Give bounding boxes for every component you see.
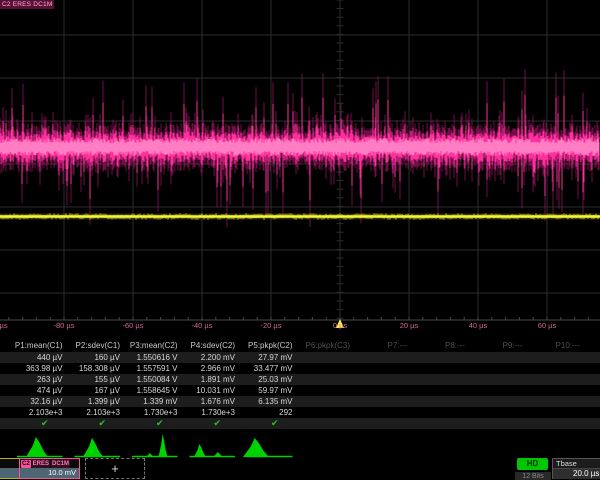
time-tick-label: 20 µs: [400, 321, 419, 330]
oscilloscope-screen: C2 ERES DC1M -100 µs -80 µs -60 µs -40 µs -2…: [0, 0, 600, 480]
waveform-grid: [0, 0, 600, 330]
table-row-mean: 363.98 µV158.308 µV1.557591 V2.966 mV33.…: [0, 363, 600, 374]
table-row-value: 440 µV160 µV1.550616 V2.200 mV27.97 mV: [0, 352, 600, 363]
measurement-min-cell: 1.550084 V: [120, 374, 178, 385]
time-axis-labels: -100 µs -80 µs -60 µs -40 µs -20 µs 0 µs 20 µs…: [0, 321, 600, 333]
measurement-num-cell: 292: [235, 407, 293, 418]
measurement-mean-cell: 1.557591 V: [120, 363, 178, 374]
param-header: P2:sdev(C1): [63, 340, 121, 351]
measurement-status-cell: ✔: [221, 418, 279, 429]
measurement-min-cell: 155 µV: [63, 374, 121, 385]
measurement-value-cell: 27.97 mV: [235, 352, 293, 363]
parameter-histicons[interactable]: [0, 430, 600, 458]
table-row-num: 2.103e+32.103e+31.730e+31.730e+3292: [0, 407, 600, 418]
measurement-value-cell: 440 µV: [5, 352, 63, 363]
measurement-status-cell: ✔: [164, 418, 222, 429]
table-row-status: ✔✔✔✔✔: [0, 418, 600, 429]
measurement-sdev-cell: 32.16 µV: [5, 396, 63, 407]
param-header: P3:mean(C2): [120, 340, 178, 351]
measurement-sdev-cell: 1.339 mV: [120, 396, 178, 407]
param-header-inactive: P6:pkpk(C3): [293, 340, 351, 351]
time-tick-label: 0 µs: [333, 321, 347, 330]
time-tick-label: -100 µs: [0, 321, 8, 330]
table-row-min: 263 µV155 µV1.550084 V1.891 mV25.03 mV: [0, 374, 600, 385]
param-header-inactive: P7:---: [350, 340, 408, 351]
histicon-P3[interactable]: [132, 434, 178, 457]
param-header-inactive: P11:---: [580, 340, 600, 351]
measurement-mean-cell: 2.966 mV: [178, 363, 236, 374]
measurement-num-cell: 2.103e+3: [63, 407, 121, 418]
param-header-inactive: P10:---: [523, 340, 581, 351]
table-row-sdev: 32.16 µV1.399 µV1.339 mV1.676 mV6.135 mV: [0, 396, 600, 407]
measurement-num-cell: 1.730e+3: [178, 407, 236, 418]
param-header: P4:sdev(C2): [178, 340, 236, 351]
trace-annotation-label: C2 ERES DC1M: [0, 0, 54, 9]
timebase-value: 20.0 µs: [553, 469, 600, 479]
measurement-sdev-cell: 6.135 mV: [235, 396, 293, 407]
measurement-status-cell: ✔: [106, 418, 164, 429]
measurement-mean-cell: 33.477 mV: [235, 363, 293, 374]
time-tick-label: 40 µs: [469, 321, 488, 330]
measurement-value-cell: 160 µV: [63, 352, 121, 363]
measurement-max-cell: 10.031 mV: [178, 385, 236, 396]
table-row-max: 474 µV167 µV1.558645 V10.031 mV59.97 mV: [0, 385, 600, 396]
measurement-num-cell: 2.103e+3: [5, 407, 63, 418]
c2-trace[interactable]: [0, 69, 599, 227]
measurement-table: P1:mean(C1)P2:sdev(C1)P3:mean(C2)P4:sdev…: [0, 340, 600, 431]
c2-coupling-badge: DC1M: [51, 460, 70, 468]
hd-mode-badge: HD: [517, 458, 548, 470]
c1-trace[interactable]: [0, 213, 600, 220]
measurement-min-cell: 25.03 mV: [235, 374, 293, 385]
measurement-num-cell: 1.730e+3: [120, 407, 178, 418]
timebase-descriptor[interactable]: Tbase 20.0 µs: [552, 458, 600, 479]
measurement-min-cell: 1.891 mV: [178, 374, 236, 385]
measurement-status-cell: ✔: [0, 418, 49, 429]
add-trace-button[interactable]: +: [85, 458, 145, 479]
channel-c2-descriptor[interactable]: C2 ERES DC1M 10.0 mV: [19, 458, 80, 479]
param-header-inactive: P8:---: [408, 340, 466, 351]
descriptor-bar: C1 DC1M 10.0 mV C2 ERES DC1M 10.0 mV + H…: [0, 456, 600, 480]
time-tick-label: -40 µs: [192, 321, 213, 330]
measurement-max-cell: 59.97 mV: [235, 385, 293, 396]
measurement-sdev-cell: 1.399 µV: [63, 396, 121, 407]
resolution-bits-label: 12 Bits: [515, 472, 551, 480]
time-tick-label: -80 µs: [54, 321, 75, 330]
measurement-max-cell: 474 µV: [5, 385, 63, 396]
timebase-label: Tbase: [553, 459, 600, 469]
param-header: P5:pkpk(C2): [235, 340, 293, 351]
measurement-value-cell: 1.550616 V: [120, 352, 178, 363]
table-header-row: P1:mean(C1)P2:sdev(C1)P3:mean(C2)P4:sdev…: [0, 340, 600, 351]
measurement-min-cell: 263 µV: [5, 374, 63, 385]
measurement-mean-cell: 158.308 µV: [63, 363, 121, 374]
time-tick-label: -60 µs: [123, 321, 144, 330]
c2-vertical-scale: 10.0 mV: [20, 468, 79, 478]
measurement-sdev-cell: 1.676 mV: [178, 396, 236, 407]
time-tick-label: -20 µs: [261, 321, 282, 330]
histicon-P5[interactable]: [243, 438, 293, 457]
histicon-P2[interactable]: [75, 438, 121, 457]
param-header-inactive: P9:---: [465, 340, 523, 351]
measurement-status-cell: ✔: [49, 418, 107, 429]
histicon-P1[interactable]: [17, 437, 63, 457]
time-tick-label: 60 µs: [538, 321, 557, 330]
c2-eres-badge: ERES: [32, 460, 50, 468]
measurement-max-cell: 167 µV: [63, 385, 121, 396]
measurement-mean-cell: 363.98 µV: [5, 363, 63, 374]
c2-channel-badge: C2: [21, 460, 31, 468]
measurement-value-cell: 2.200 mV: [178, 352, 236, 363]
measurement-max-cell: 1.558645 V: [120, 385, 178, 396]
param-header: P1:mean(C1): [5, 340, 63, 351]
